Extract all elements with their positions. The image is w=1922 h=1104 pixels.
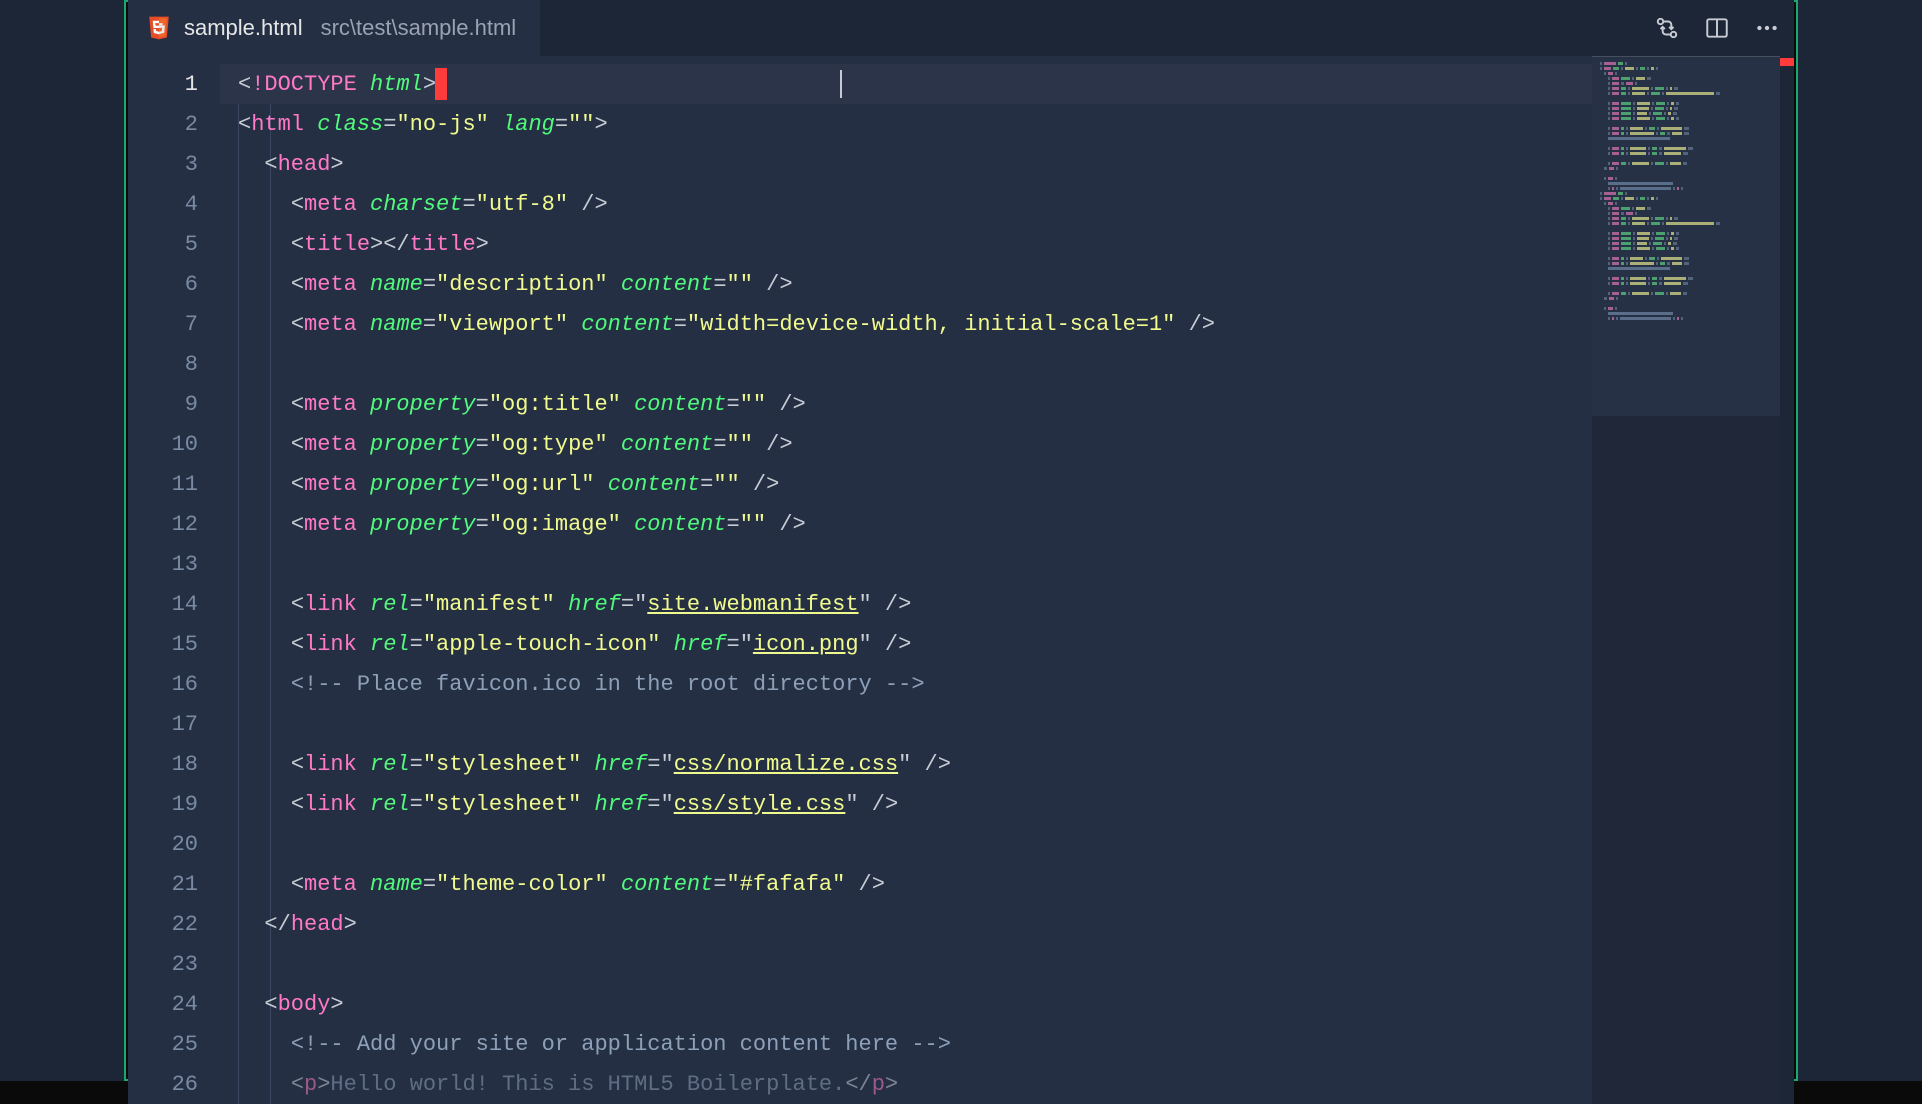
code-line[interactable]: <meta name="theme-color" content="#fafaf… [220,864,1592,904]
line-number[interactable]: 13 [128,544,220,584]
code-line[interactable]: <meta charset="utf-8" /> [220,184,1592,224]
code-line[interactable]: <p>Hello world! This is HTML5 Boilerplat… [220,1064,1592,1104]
line-number[interactable]: 8 [128,344,220,384]
tab-sample-html[interactable]: sample.html src\test\sample.html [128,0,540,56]
code-line[interactable]: <!-- Place favicon.ico in the root direc… [220,664,1592,704]
line-number[interactable]: 26 [128,1064,220,1104]
code-line[interactable]: <body> [220,984,1592,1024]
minimap[interactable] [1592,56,1780,1104]
code-line[interactable] [220,704,1592,744]
line-number[interactable]: 2 [128,104,220,144]
line-number[interactable]: 18 [128,744,220,784]
line-number[interactable]: 15 [128,624,220,664]
line-number[interactable]: 7 [128,304,220,344]
line-number[interactable]: 16 [128,664,220,704]
code-line[interactable]: <!-- Add your site or application conten… [220,1024,1592,1064]
line-number[interactable]: 1 [128,64,220,104]
split-editor-icon[interactable] [1704,15,1730,41]
line-number[interactable]: 11 [128,464,220,504]
git-compare-icon[interactable] [1654,15,1680,41]
line-number[interactable]: 9 [128,384,220,424]
line-number[interactable]: 10 [128,424,220,464]
line-number[interactable]: 17 [128,704,220,744]
code-line[interactable] [220,544,1592,584]
code-line[interactable]: <link rel="apple-touch-icon" href="icon.… [220,624,1592,664]
line-number[interactable]: 3 [128,144,220,184]
code-line[interactable] [220,824,1592,864]
code-line[interactable]: <title></title> [220,224,1592,264]
code-line[interactable] [220,344,1592,384]
mouse-text-cursor [840,70,842,98]
tab-filepath: src\test\sample.html [321,15,517,41]
tab-bar: sample.html src\test\sample.html [128,0,1794,56]
tab-actions [1654,15,1780,41]
line-number[interactable]: 22 [128,904,220,944]
line-number[interactable]: 4 [128,184,220,224]
code-line[interactable]: <link rel="stylesheet" href="css/normali… [220,744,1592,784]
code-line[interactable]: </head> [220,904,1592,944]
line-number[interactable]: 25 [128,1024,220,1064]
code-line[interactable]: <meta name="description" content="" /> [220,264,1592,304]
tab-filename: sample.html [184,15,303,41]
line-number[interactable]: 19 [128,784,220,824]
code-line[interactable]: <html class="no-js" lang=""> [220,104,1592,144]
editor-body: 1234567891011121314151617181920212223242… [128,56,1794,1104]
code-line[interactable] [220,944,1592,984]
code-line[interactable]: <!DOCTYPE html> [220,64,1592,104]
code-line[interactable]: <meta name="viewport" content="width=dev… [220,304,1592,344]
line-number[interactable]: 23 [128,944,220,984]
line-number[interactable]: 21 [128,864,220,904]
code-line[interactable]: <link rel="manifest" href="site.webmanif… [220,584,1592,624]
html5-icon [146,15,172,41]
more-icon[interactable] [1754,15,1780,41]
code-line[interactable]: <meta property="og:url" content="" /> [220,464,1592,504]
vertical-scrollbar[interactable] [1780,56,1794,1104]
scrollbar-cursor-marker [1780,58,1794,66]
code-line[interactable]: <head> [220,144,1592,184]
left-letterbox [0,0,126,1081]
text-cursor [435,68,447,100]
code-line[interactable]: <link rel="stylesheet" href="css/style.c… [220,784,1592,824]
code-line[interactable]: <meta property="og:title" content="" /> [220,384,1592,424]
line-number[interactable]: 12 [128,504,220,544]
code-editor[interactable]: <!DOCTYPE html><html class="no-js" lang=… [220,56,1592,1104]
line-number[interactable]: 14 [128,584,220,624]
editor-pane: sample.html src\test\sample.html [128,0,1794,1081]
line-number[interactable]: 5 [128,224,220,264]
line-number[interactable]: 20 [128,824,220,864]
code-line[interactable]: <meta property="og:image" content="" /> [220,504,1592,544]
line-number[interactable]: 6 [128,264,220,304]
minimap-viewport[interactable] [1592,56,1780,416]
right-letterbox [1796,0,1922,1081]
line-number[interactable]: 24 [128,984,220,1024]
code-line[interactable]: <meta property="og:type" content="" /> [220,424,1592,464]
line-number-gutter[interactable]: 1234567891011121314151617181920212223242… [128,56,220,1104]
